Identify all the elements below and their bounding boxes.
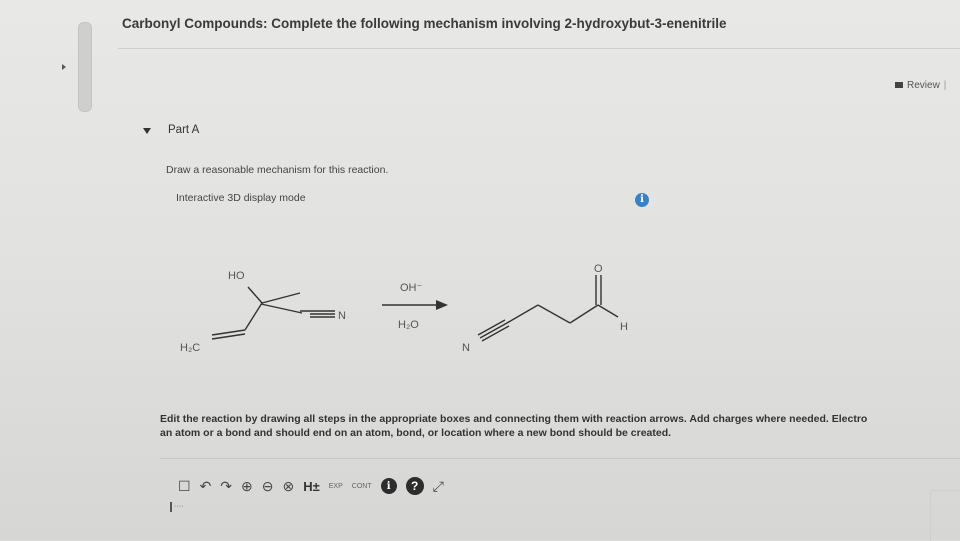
- bond-c2-to-c3: [244, 302, 263, 331]
- review-label: Review: [907, 80, 940, 91]
- hydroxyl-label: HO: [228, 270, 245, 282]
- undo-icon[interactable]: ↶: [200, 477, 212, 495]
- reaction-arrow-head-icon: [436, 300, 448, 310]
- zoom-out-icon[interactable]: ⊖: [262, 477, 274, 495]
- reagent-water-label: H₂O: [398, 319, 419, 331]
- expand-button[interactable]: EXP: [329, 477, 343, 495]
- part-collapse-caret-icon[interactable]: [143, 128, 151, 134]
- part-label[interactable]: Part A: [168, 124, 199, 136]
- review-separator: |: [943, 80, 947, 91]
- product-hydrogen-label: H: [620, 321, 628, 333]
- editor-instruction-line-2: an atom or a bond and should end on an a…: [160, 427, 672, 439]
- product-nitrile-3: [481, 325, 510, 342]
- product-oxygen-label: O: [594, 263, 603, 275]
- info-icon[interactable]: i: [635, 193, 649, 207]
- reactant-structure: [211, 286, 335, 340]
- info-circle-icon[interactable]: i: [380, 478, 397, 494]
- expand-arrow-icon[interactable]: [62, 64, 66, 70]
- side-panel-handle[interactable]: [78, 22, 92, 112]
- page: Carbonyl Compounds: Complete the followi…: [0, 0, 960, 541]
- hydrogen-toggle-button[interactable]: H±: [303, 477, 320, 495]
- zoom-in-icon[interactable]: ⊕: [241, 477, 253, 495]
- bond-cho-to-c2: [247, 286, 263, 304]
- product-nitrile-1: [477, 319, 506, 336]
- product-structure: [477, 275, 619, 342]
- display-mode-link[interactable]: Interactive 3D display mode: [176, 192, 306, 204]
- editor-instruction: Edit the reaction by drawing all steps i…: [160, 412, 960, 440]
- redo-icon[interactable]: ↷: [220, 477, 232, 495]
- zoom-reset-icon[interactable]: ⊗: [283, 477, 295, 495]
- product-bond-c3-c4: [537, 304, 571, 324]
- review-icon: [895, 82, 903, 89]
- contract-button[interactable]: CONT: [352, 477, 372, 495]
- help-icon[interactable]: ?: [405, 477, 424, 495]
- reagent-hydroxide-label: OH⁻: [400, 282, 423, 294]
- reaction-scheme: HO H₂C N OH⁻ H₂O O H N: [180, 263, 628, 354]
- reactant-nitrogen-label: N: [338, 310, 346, 322]
- bond-c2-to-c1: [261, 292, 301, 304]
- product-bond-c4-c5: [569, 304, 599, 324]
- editor-toolbar: ☐ ↶ ↷ ⊕ ⊖ ⊗ H± EXP CONT i ? ⤢: [178, 474, 444, 498]
- product-nitrogen-label: N: [462, 342, 470, 354]
- new-document-icon[interactable]: ☐: [178, 477, 191, 495]
- editor-status-caret: ····: [170, 502, 210, 512]
- title-divider: [118, 48, 960, 49]
- review-link[interactable]: Review |: [895, 80, 946, 91]
- page-title: Carbonyl Compounds: Complete the followi…: [122, 16, 727, 31]
- editor-drawing-box[interactable]: [930, 490, 960, 541]
- question-instruction: Draw a reasonable mechanism for this rea…: [166, 164, 389, 176]
- editor-instruction-line-1: Edit the reaction by drawing all steps i…: [160, 413, 868, 425]
- product-nitrile-2: [479, 322, 508, 339]
- product-bond-c5-h: [597, 304, 619, 318]
- methylene-label: H₂C: [180, 342, 200, 354]
- editor-canvas-area[interactable]: [160, 458, 960, 541]
- product-bond-c2-c3: [506, 304, 539, 324]
- fullscreen-icon[interactable]: ⤢: [433, 477, 444, 495]
- bond-c2-to-cn: [260, 303, 303, 314]
